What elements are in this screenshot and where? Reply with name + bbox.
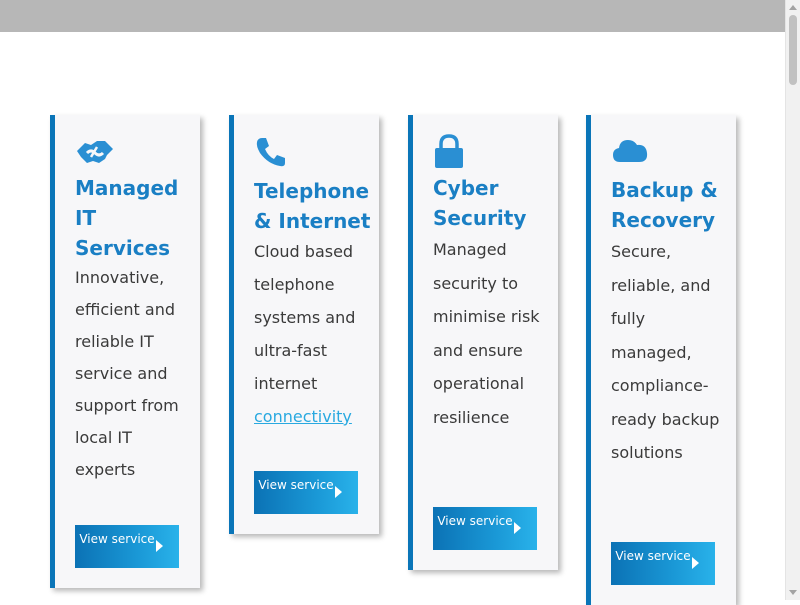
service-card-managed-it: Managed IT Services Innovative, efficien… <box>50 115 200 588</box>
card-description: Innovative, efficient and reliable IT se… <box>75 268 179 479</box>
button-label: View service <box>437 514 513 528</box>
card-description: Secure, reliable, and fully managed, com… <box>611 242 720 462</box>
chevron-right-icon <box>335 486 342 498</box>
service-card-backup-recovery: Backup & Recovery Secure, reliable, and … <box>586 115 736 605</box>
card-description: Managed security to minimise risk and en… <box>433 240 540 427</box>
connectivity-link[interactable]: connectivity <box>254 407 352 426</box>
view-service-button[interactable]: View service <box>254 471 358 514</box>
card-title: Backup & Recovery <box>611 178 718 232</box>
view-service-button[interactable]: View service <box>433 507 537 550</box>
chevron-right-icon <box>692 557 699 569</box>
scroll-up-arrow-icon[interactable] <box>789 5 797 10</box>
service-card-telephone-internet: Telephone & Internet Cloud based telepho… <box>229 115 379 534</box>
card-title: Managed IT Services <box>75 176 179 260</box>
card-description: Cloud based telephone systems and ultra-… <box>254 235 369 433</box>
view-service-button[interactable]: View service <box>75 525 179 568</box>
button-label: View service <box>258 478 334 492</box>
scroll-down-arrow-icon[interactable] <box>789 590 797 595</box>
handshake-icon <box>75 135 115 171</box>
cloud-icon <box>611 135 649 169</box>
button-label: View service <box>79 532 155 546</box>
lock-icon <box>433 133 465 173</box>
chevron-right-icon <box>156 540 163 552</box>
service-card-cyber-security: Cyber Security Managed security to minim… <box>408 115 558 570</box>
phone-icon <box>254 135 288 173</box>
chevron-right-icon <box>514 522 521 534</box>
view-service-button[interactable]: View service <box>611 542 715 585</box>
top-header-bar <box>0 0 785 32</box>
card-description-text: Cloud based telephone systems and ultra-… <box>254 242 356 393</box>
card-title: Telephone & Internet <box>254 179 371 233</box>
scrollbar-thumb[interactable] <box>789 15 797 85</box>
vertical-scrollbar[interactable] <box>785 0 800 600</box>
card-title: Cyber Security <box>433 176 527 230</box>
button-label: View service <box>615 549 691 563</box>
